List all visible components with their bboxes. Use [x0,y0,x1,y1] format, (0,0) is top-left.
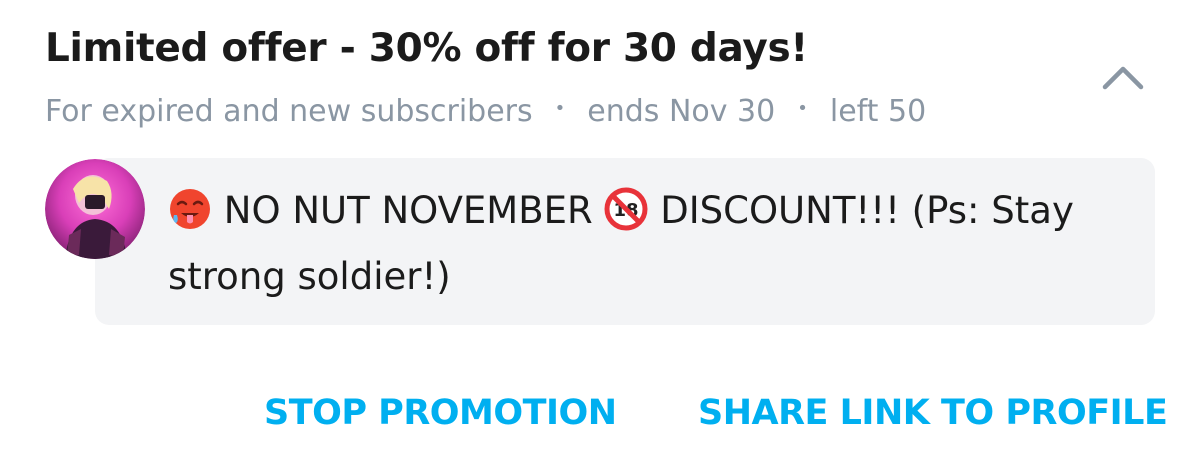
separator-dot: • [554,98,566,119]
promotion-meta: For expired and new subscribers • ends N… [45,94,926,129]
no-one-under-18-icon: 18 [604,187,648,231]
remaining-count-text: left 50 [829,94,927,129]
share-link-button[interactable]: SHARE LINK TO PROFILE [698,393,1168,433]
action-bar: STOP PROMOTION SHARE LINK TO PROFILE [0,393,1200,437]
end-date-text: ends Nov 30 [587,94,776,129]
separator-dot: • [797,98,808,119]
hot-face-emoji [170,189,210,229]
audience-text: For expired and new subscribers [45,94,533,129]
promotion-card: Limited offer - 30% off for 30 days! For… [0,0,1200,473]
promotion-message: NO NUT NOVEMBER 18 DISCOUNT!!! (Ps: Stay… [168,178,1128,310]
chevron-up-icon[interactable] [1099,60,1147,94]
promotion-title: Limited offer - 30% off for 30 days! [45,26,808,71]
stop-promotion-button[interactable]: STOP PROMOTION [264,393,617,433]
avatar[interactable] [45,159,145,259]
message-text-part-1: NO NUT NOVEMBER [212,189,605,232]
